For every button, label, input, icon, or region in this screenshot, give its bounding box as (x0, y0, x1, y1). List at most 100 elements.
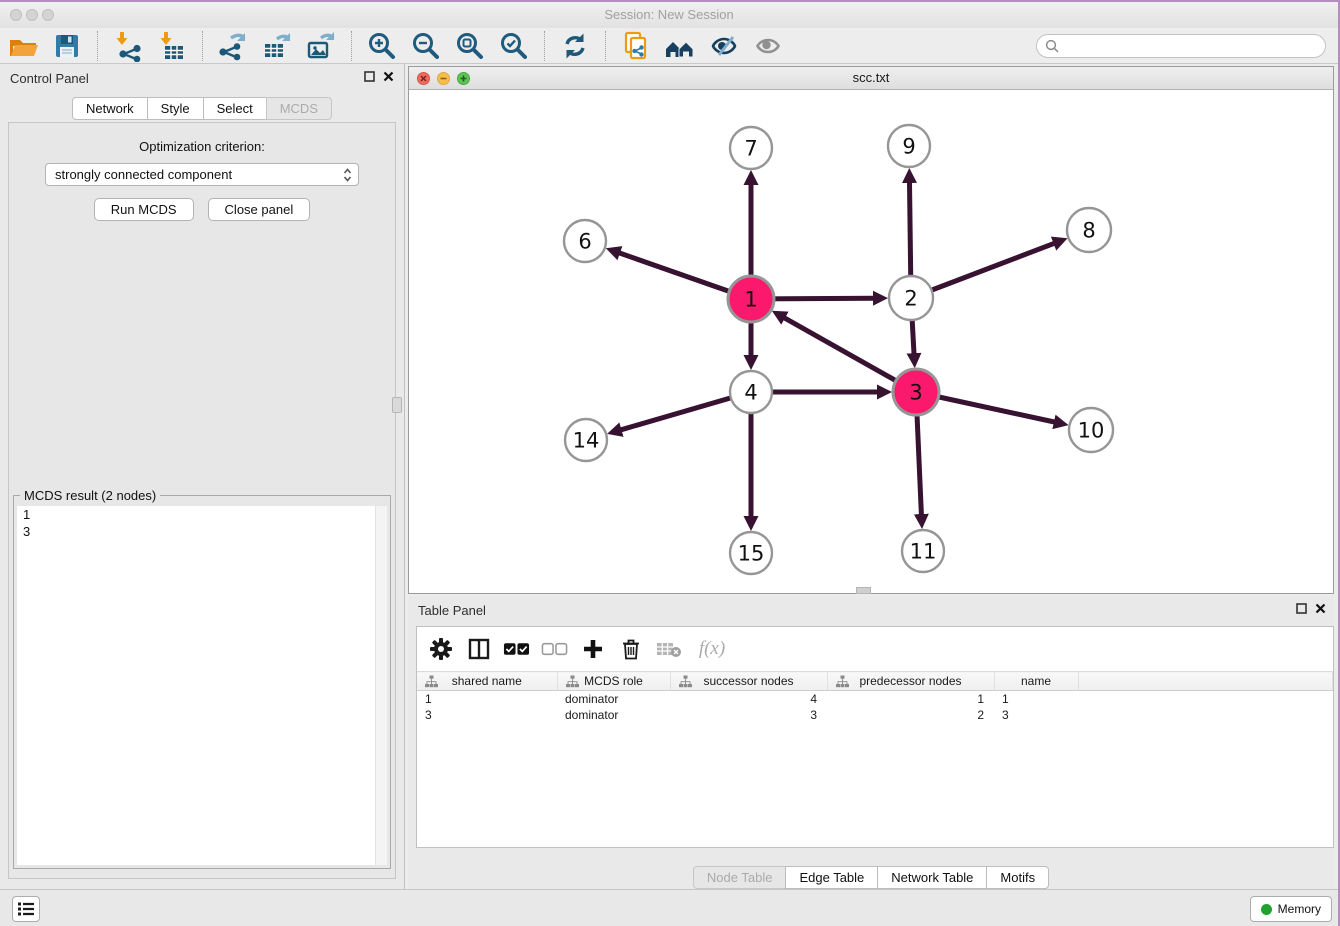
column-header-shared-name[interactable]: shared name (417, 672, 557, 691)
zoom-in-icon[interactable] (365, 30, 399, 62)
column-header-MCDS-role[interactable]: MCDS role (557, 672, 670, 691)
tab-motifs[interactable]: Motifs (986, 866, 1049, 889)
table-cell[interactable]: dominator (557, 707, 670, 723)
window-title: Session: New Session (0, 2, 1338, 28)
svg-text:4: 4 (744, 381, 757, 405)
svg-text:6: 6 (578, 230, 591, 254)
export-table-icon[interactable] (260, 30, 294, 62)
minimize-window-icon[interactable] (26, 9, 38, 21)
zoom-out-icon[interactable] (409, 30, 443, 62)
search-icon (1045, 39, 1059, 53)
tab-mcds[interactable]: MCDS (266, 97, 332, 120)
mcds-panel: Optimization criterion: strongly connect… (8, 122, 396, 879)
close-window-icon[interactable] (10, 9, 22, 21)
save-icon[interactable] (50, 30, 84, 62)
graph-node[interactable]: 11 (902, 530, 944, 572)
task-history-button[interactable] (12, 896, 40, 922)
table-row[interactable]: 3dominator323 (417, 707, 1333, 723)
open-folder-icon[interactable] (6, 30, 40, 62)
export-image-icon[interactable] (304, 30, 338, 62)
graph-node[interactable]: 2 (889, 276, 933, 320)
mcds-result-item[interactable]: 1 (17, 506, 387, 523)
zoom-fit-icon[interactable] (453, 30, 487, 62)
table-cell[interactable]: 3 (670, 707, 827, 723)
zoom-selected-icon[interactable] (497, 30, 531, 62)
control-panel-title: Control Panel (10, 71, 89, 86)
tab-network-table[interactable]: Network Table (877, 866, 987, 889)
close-panel-icon[interactable] (383, 71, 394, 82)
svg-text:14: 14 (573, 429, 600, 453)
refresh-icon[interactable] (558, 30, 592, 62)
float-panel-icon[interactable] (1296, 603, 1307, 614)
scrollbar-track[interactable] (375, 506, 387, 865)
minimize-view-icon[interactable] (437, 72, 450, 85)
graph-node[interactable]: 9 (888, 125, 930, 167)
delete-table-icon[interactable] (655, 636, 682, 663)
splitter-grip[interactable] (392, 397, 402, 413)
uncheck-all-icon[interactable] (541, 636, 568, 663)
slashed-eye-icon[interactable] (707, 30, 741, 62)
function-icon: f(x) (693, 636, 731, 663)
svg-text:2: 2 (904, 287, 917, 311)
search-field[interactable] (1036, 34, 1326, 58)
close-view-icon[interactable] (417, 72, 430, 85)
table-row[interactable]: 1dominator411 (417, 691, 1333, 707)
gear-icon[interactable] (427, 636, 454, 663)
graph-node[interactable]: 3 (893, 369, 939, 415)
table-cell[interactable]: 4 (670, 691, 827, 707)
column-header-successor-nodes[interactable]: successor nodes (670, 672, 827, 691)
tab-node-table[interactable]: Node Table (693, 866, 787, 889)
table-cell[interactable]: 3 (417, 707, 557, 723)
column-header-predecessor-nodes[interactable]: predecessor nodes (827, 672, 994, 691)
graph-node[interactable]: 1 (728, 276, 774, 322)
svg-text:11: 11 (910, 540, 937, 564)
trash-icon[interactable] (617, 636, 644, 663)
tab-style[interactable]: Style (147, 97, 204, 120)
graph-node[interactable]: 4 (730, 371, 772, 413)
table-cell[interactable]: dominator (557, 691, 670, 707)
memory-status-icon (1261, 904, 1272, 915)
table-cell[interactable]: 1 (417, 691, 557, 707)
network-graph[interactable]: 1 2 3 4 6 7 8 9 10 11 14 15 (409, 90, 1333, 594)
mcds-result-box: MCDS result (2 nodes) 13 (13, 495, 391, 869)
graph-node[interactable]: 7 (730, 127, 772, 169)
export-network-icon[interactable] (216, 30, 250, 62)
maximize-window-icon[interactable] (42, 9, 54, 21)
table-cell[interactable]: 1 (994, 691, 1078, 707)
maximize-view-icon[interactable] (457, 72, 470, 85)
graph-node[interactable]: 10 (1069, 408, 1113, 452)
tab-edge-table[interactable]: Edge Table (785, 866, 878, 889)
copy-network-icon[interactable] (619, 30, 653, 62)
optimization-dropdown[interactable]: strongly connected component (45, 163, 359, 186)
graph-node[interactable]: 8 (1067, 208, 1111, 252)
import-network-icon[interactable] (111, 30, 145, 62)
mcds-result-list[interactable]: 13 (17, 506, 387, 865)
table-cell[interactable]: 1 (827, 691, 994, 707)
tab-network[interactable]: Network (72, 97, 148, 120)
check-all-icon[interactable] (503, 636, 530, 663)
control-panel-tabs: NetworkStyleSelectMCDS (0, 97, 404, 120)
node-table[interactable]: shared nameMCDS rolesuccessor nodesprede… (417, 671, 1333, 723)
columns-icon[interactable] (465, 636, 492, 663)
table-cell[interactable]: 2 (827, 707, 994, 723)
network-canvas[interactable]: 1 2 3 4 6 7 8 9 10 11 14 15 (409, 90, 1333, 593)
splitter-grip[interactable] (856, 587, 871, 594)
table-cell[interactable]: 3 (994, 707, 1078, 723)
plus-icon[interactable] (579, 636, 606, 663)
graph-node[interactable]: 14 (565, 419, 607, 461)
float-panel-icon[interactable] (364, 71, 375, 82)
memory-button[interactable]: Memory (1250, 896, 1332, 922)
application-window: Session: New Session (0, 0, 1340, 926)
run-mcds-button[interactable]: Run MCDS (94, 198, 194, 221)
close-panel-button[interactable]: Close panel (208, 198, 311, 221)
close-panel-icon[interactable] (1315, 603, 1326, 614)
search-input[interactable] (1064, 39, 1317, 53)
graph-node[interactable]: 6 (564, 220, 606, 262)
mcds-result-item[interactable]: 3 (17, 523, 387, 540)
tab-select[interactable]: Select (203, 97, 267, 120)
graph-node[interactable]: 15 (730, 532, 772, 574)
column-header-name[interactable]: name (994, 672, 1078, 691)
houses-icon[interactable] (663, 30, 697, 62)
eye-icon[interactable] (751, 30, 785, 62)
import-table-icon[interactable] (155, 30, 189, 62)
